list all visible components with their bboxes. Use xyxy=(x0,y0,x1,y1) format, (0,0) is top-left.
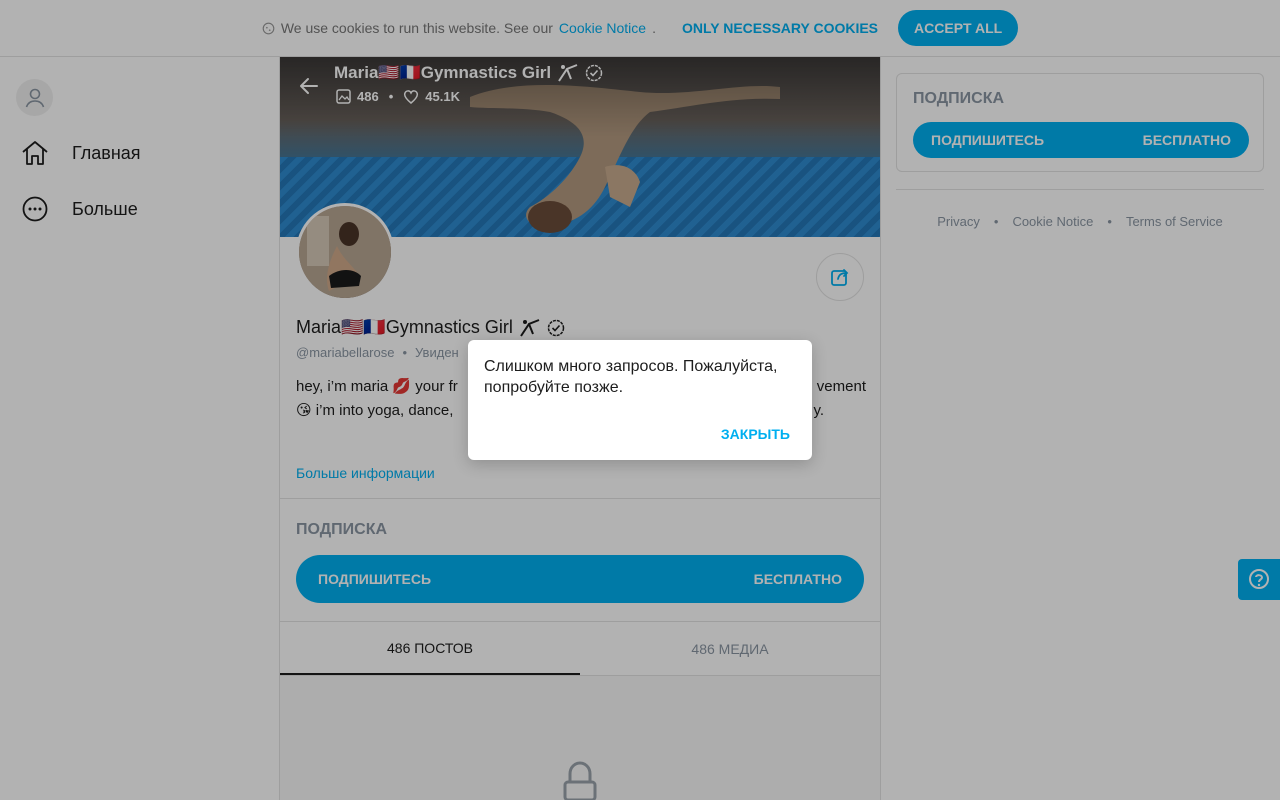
error-message: Слишком много запросов. Пожалуйста, попр… xyxy=(484,358,778,396)
close-button[interactable]: ЗАКРЫТЬ xyxy=(721,426,790,442)
error-dialog: Слишком много запросов. Пожалуйста, попр… xyxy=(468,340,812,460)
